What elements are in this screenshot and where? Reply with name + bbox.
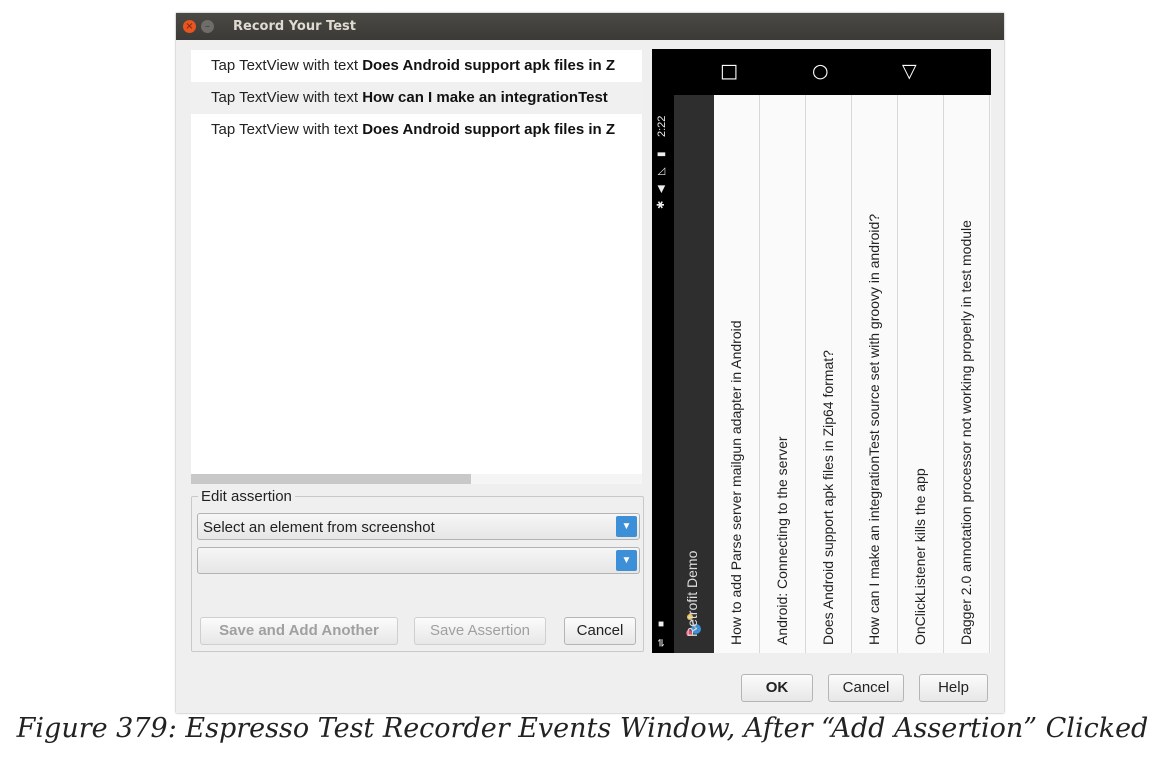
question-text: Dagger 2.0 annotation processor not work… [958,220,974,645]
app-toolbar: Retrofit Demo [674,95,714,653]
save-and-add-another-button[interactable]: Save and Add Another [200,617,398,645]
event-row[interactable]: Tap TextView with text How can I make an… [191,82,642,114]
minimize-window-icon[interactable]: – [201,20,214,33]
chevron-down-icon[interactable]: ▼ [616,516,637,537]
events-list[interactable]: Tap TextView with text Does Android supp… [191,50,642,484]
event-target-text: Does Android support apk files in Z [362,121,615,138]
event-row[interactable]: Tap TextView with text Does Android supp… [191,50,642,82]
recents-icon[interactable]: □ [720,60,738,82]
question-text: How to add Parse server mailgun adapter … [728,320,744,645]
assertion-cancel-button[interactable]: Cancel [564,617,636,645]
event-action-text: Tap TextView with text [211,89,363,106]
element-select[interactable]: Select an element from screenshot ▼ [197,513,640,540]
help-button[interactable]: Help [919,674,988,702]
scrollbar-thumb[interactable] [191,474,471,484]
event-target-text: How can I make an integrationTest [362,89,608,106]
event-target-text: Does Android support apk files in Z [362,57,615,74]
question-text: Android: Connecting to the server [774,436,790,645]
status-time: 2:22 [656,115,668,137]
event-row[interactable]: Tap TextView with text Does Android supp… [191,114,642,146]
title-bar: × – Record Your Test [176,13,1004,40]
events-horizontal-scrollbar[interactable] [191,474,642,484]
usb-icon: ⇌ [656,638,667,647]
event-action-text: Tap TextView with text [211,57,363,74]
android-nav-bar: □ ○ ▽ [652,49,991,95]
battery-icon: ▮ [656,151,667,157]
list-item[interactable]: How can I make an integrationTest source… [852,95,898,653]
no-signal-icon: ◺ [656,167,667,175]
element-select-value: Select an element from screenshot [203,519,435,536]
list-item[interactable]: How to add Parse server mailgun adapter … [714,95,760,653]
question-text: OnClickListener kills the app [912,468,928,645]
question-text: How can I make an integrationTest source… [866,213,882,645]
figure-caption: Figure 379: Espresso Test Recorder Event… [16,713,1149,744]
back-icon[interactable]: ▽ [902,60,917,82]
record-test-window: × – Record Your Test Tap TextView with t… [176,13,1004,713]
window-title: Record Your Test [233,19,356,34]
question-list[interactable]: How to add Parse server mailgun adapter … [714,95,991,653]
device-screenshot[interactable]: □ ○ ▽ 2:22 ▮ ◺ ◀ ✱ ■ ⇌ Retrofit Demo How… [652,49,991,653]
edit-assertion-legend: Edit assertion [198,488,295,505]
question-text: Does Android support apk files in Zip64 … [820,350,836,645]
app-title: Retrofit Demo [684,550,700,637]
list-item[interactable]: Does Android support apk files in Zip64 … [806,95,852,653]
android-status-bar: 2:22 ▮ ◺ ◀ ✱ ■ ⇌ [652,95,674,653]
ok-button[interactable]: OK [741,674,813,702]
close-window-icon[interactable]: × [183,20,196,33]
dialog-cancel-button[interactable]: Cancel [828,674,904,702]
android-notification-icon: ■ [656,620,667,627]
list-item[interactable]: OnClickListener kills the app [898,95,944,653]
chevron-down-icon[interactable]: ▼ [616,550,637,571]
event-action-text: Tap TextView with text [211,121,363,138]
wifi-icon: ◀ [656,185,667,193]
save-assertion-button[interactable]: Save Assertion [414,617,546,645]
list-item[interactable]: Dagger 2.0 annotation processor not work… [944,95,990,653]
assertion-type-select[interactable]: ▼ [197,547,640,574]
list-item[interactable]: Android: Connecting to the server [760,95,806,653]
bluetooth-icon: ✱ [656,200,667,209]
home-icon[interactable]: ○ [812,60,829,82]
